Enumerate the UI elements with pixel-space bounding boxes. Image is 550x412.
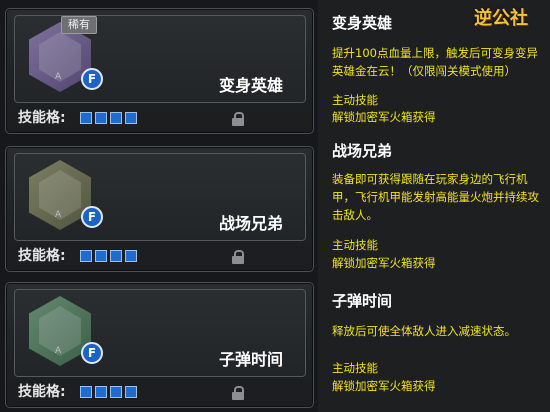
skill-slot [125,386,137,398]
skill-card-frame: A 稀有 F 变身英雄 [14,15,306,103]
skill-slot [80,386,92,398]
lock-icon [232,386,244,400]
detail-description: 提升100点血量上限，触发后可变身变异英雄金在云！（仅限闯关模式使用） [332,46,538,78]
hotkey-f-icon: F [81,68,103,90]
skill-card-transform-hero[interactable]: A 稀有 F 变身英雄 技能格: [5,8,314,134]
skill-name: 战场兄弟 [218,214,283,233]
detail-description: 释放后可使全体敌人进入减速状态。 [332,324,516,338]
skill-detail-panel: 逆公社 变身英雄 提升100点血量上限，触发后可变身变异英雄金在云！（仅限闯关模… [318,0,550,412]
detail-skill-type: 主动技能 [332,93,378,107]
skill-slot [110,250,122,262]
skill-list-panel: A 稀有 F 变身英雄 技能格: A F 战场兄弟 技能格: A F 子弹时间 … [0,0,318,412]
rare-tag: 稀有 [61,16,97,34]
skill-slots-label: 技能格: [18,248,66,264]
detail-skill-type: 主动技能 [332,238,378,252]
lock-icon [232,112,244,126]
skill-slot [80,112,92,124]
lock-icon [232,250,244,264]
skill-card-frame: A F 子弹时间 [14,289,306,377]
skill-slot [95,112,107,124]
skill-slots [80,386,137,398]
skill-card-battle-brother[interactable]: A F 战场兄弟 技能格: [5,146,314,272]
skill-card-frame: A F 战场兄弟 [14,153,306,241]
skill-slot [125,250,137,262]
detail-description: 装备即可获得跟随在玩家身边的飞行机甲，飞行机甲能发射高能量火炮并持续攻击敌人。 [332,172,539,222]
detail-title: 战场兄弟 [332,142,393,160]
skill-slots [80,250,137,262]
site-logo: 逆公社 [474,8,528,29]
detail-unlock-source: 解锁加密军火箱获得 [332,256,436,270]
detail-title: 子弹时间 [332,292,393,310]
detail-skill-type: 主动技能 [332,361,378,375]
hotkey-f-icon: F [81,342,103,364]
skill-slots-label: 技能格: [18,110,66,126]
detail-unlock-source: 解锁加密军火箱获得 [332,110,436,124]
skill-slot [110,386,122,398]
skill-slot [95,386,107,398]
skill-slots [80,112,137,124]
skill-slot [80,250,92,262]
skill-slot [125,112,137,124]
skill-slot [95,250,107,262]
skill-name: 子弹时间 [218,350,283,369]
skill-slot [110,112,122,124]
detail-title: 变身英雄 [332,14,393,32]
hotkey-f-icon: F [81,206,103,228]
skill-slots-label: 技能格: [18,384,66,400]
skill-card-bullet-time[interactable]: A F 子弹时间 技能格: [5,282,314,408]
detail-unlock-source: 解锁加密军火箱获得 [332,379,436,393]
skill-name: 变身英雄 [218,76,283,95]
